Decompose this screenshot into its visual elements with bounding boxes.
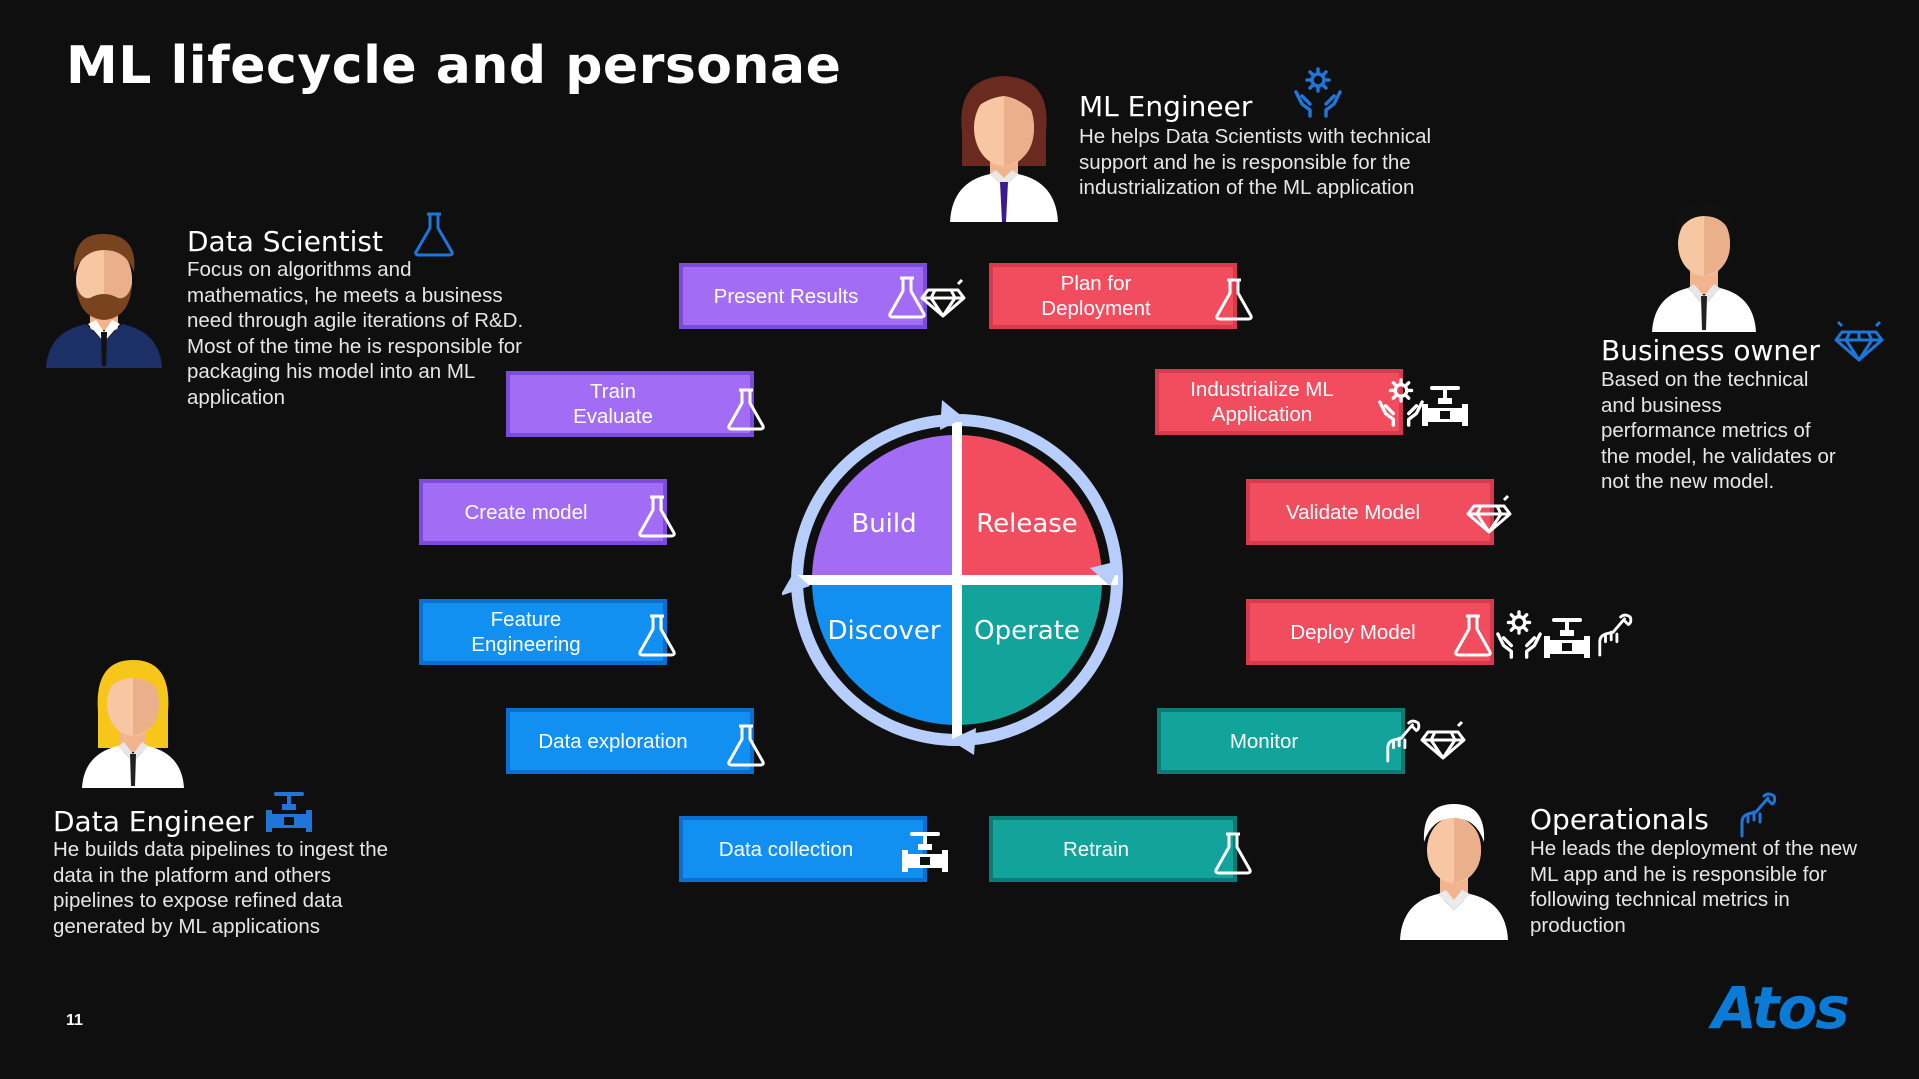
operationals-description: He leads the deployment of the new ML ap… xyxy=(1530,837,1858,937)
discover-quadrant xyxy=(812,583,954,725)
hands-gear-icon xyxy=(1376,376,1426,428)
train-evaluate-step[interactable]: Train Evaluate xyxy=(506,371,754,437)
lifecycle-wheel: Build Release Discover Operate xyxy=(782,400,1123,755)
discover-label: Discover xyxy=(827,616,940,646)
data-scientist-description: Focus on algorithms and mathematics, he … xyxy=(187,258,524,409)
flask-icon xyxy=(1212,830,1254,876)
data-engineer-name: Data Engineer xyxy=(53,805,254,838)
operate-label: Operate xyxy=(974,616,1080,646)
ml-engineer-description: He helps Data Scientists with technical … xyxy=(1079,125,1432,199)
flask-icon xyxy=(636,493,678,539)
release-label: Release xyxy=(976,509,1078,539)
operationals-avatar xyxy=(1400,804,1508,940)
business-owner-description: Based on the technical and business perf… xyxy=(1601,368,1836,493)
step-label: Validate Model xyxy=(1285,500,1421,524)
diamond-icon xyxy=(1420,720,1466,762)
flask-icon xyxy=(1213,276,1255,322)
feature-engineering-step[interactable]: Feature Engineering xyxy=(419,599,667,665)
data-engineer-avatar xyxy=(82,660,184,788)
step-label: Monitor xyxy=(1229,729,1299,753)
diamond-icon xyxy=(920,278,966,320)
step-label: Industrialize ML Application xyxy=(1190,378,1334,426)
step-label: Train Evaluate xyxy=(573,380,653,428)
page-number: 11 xyxy=(66,1012,83,1029)
hands-gear-icon xyxy=(1494,608,1544,660)
valve-pipe-icon xyxy=(1544,616,1590,660)
build-label: Build xyxy=(851,509,916,539)
page-title: ML lifecycle and personae xyxy=(66,36,842,96)
flask-icon xyxy=(725,722,767,768)
create-model-step[interactable]: Create model xyxy=(419,479,667,545)
valve-pipe-icon xyxy=(1422,384,1468,428)
atos-logo: Atos xyxy=(1712,974,1850,1042)
diamond-icon xyxy=(1834,318,1884,364)
release-quadrant xyxy=(960,435,1102,577)
data-exploration-step[interactable]: Data exploration xyxy=(506,708,754,774)
data-collection-step[interactable]: Data collection xyxy=(679,816,927,882)
data-scientist-avatar xyxy=(46,233,162,368)
plan-deployment-step[interactable]: Plan for Deployment xyxy=(989,263,1237,329)
hand-wrench-icon xyxy=(1596,612,1634,658)
step-label: Feature Engineering xyxy=(471,608,581,656)
ml-engineer-name: ML Engineer xyxy=(1079,90,1253,123)
flask-icon xyxy=(412,210,456,258)
flask-icon xyxy=(636,612,678,658)
retrain-step[interactable]: Retrain xyxy=(989,816,1237,882)
step-label: Present Results xyxy=(713,284,859,308)
data-scientist-name: Data Scientist xyxy=(187,225,383,258)
hand-wrench-icon xyxy=(1738,792,1778,838)
ml-engineer-avatar xyxy=(950,76,1058,222)
step-label: Plan for Deployment xyxy=(1041,272,1151,320)
flask-icon xyxy=(1452,612,1494,658)
industrialize-step[interactable]: Industrialize ML Application xyxy=(1155,369,1403,435)
data-engineer-description: He builds data pipelines to ingest the d… xyxy=(53,838,389,938)
operationals-name: Operationals xyxy=(1530,803,1709,836)
flask-icon xyxy=(725,386,767,432)
step-label: Create model xyxy=(464,500,588,524)
diamond-icon xyxy=(1466,494,1512,536)
operate-quadrant xyxy=(960,583,1102,725)
valve-pipe-icon xyxy=(266,790,312,834)
business-owner-name: Business owner xyxy=(1601,334,1820,367)
build-quadrant xyxy=(812,435,954,577)
valve-pipe-icon xyxy=(902,830,948,874)
validate-model-step[interactable]: Validate Model xyxy=(1246,479,1494,545)
step-label: Retrain xyxy=(1062,837,1130,861)
step-label: Data exploration xyxy=(538,729,688,753)
step-label: Data collection xyxy=(718,837,854,861)
step-label: Deploy Model xyxy=(1290,620,1416,644)
hands-gear-icon xyxy=(1292,66,1344,118)
hand-wrench-icon xyxy=(1384,718,1422,764)
monitor-step[interactable]: Monitor xyxy=(1157,708,1405,774)
business-owner-avatar xyxy=(1652,201,1756,332)
